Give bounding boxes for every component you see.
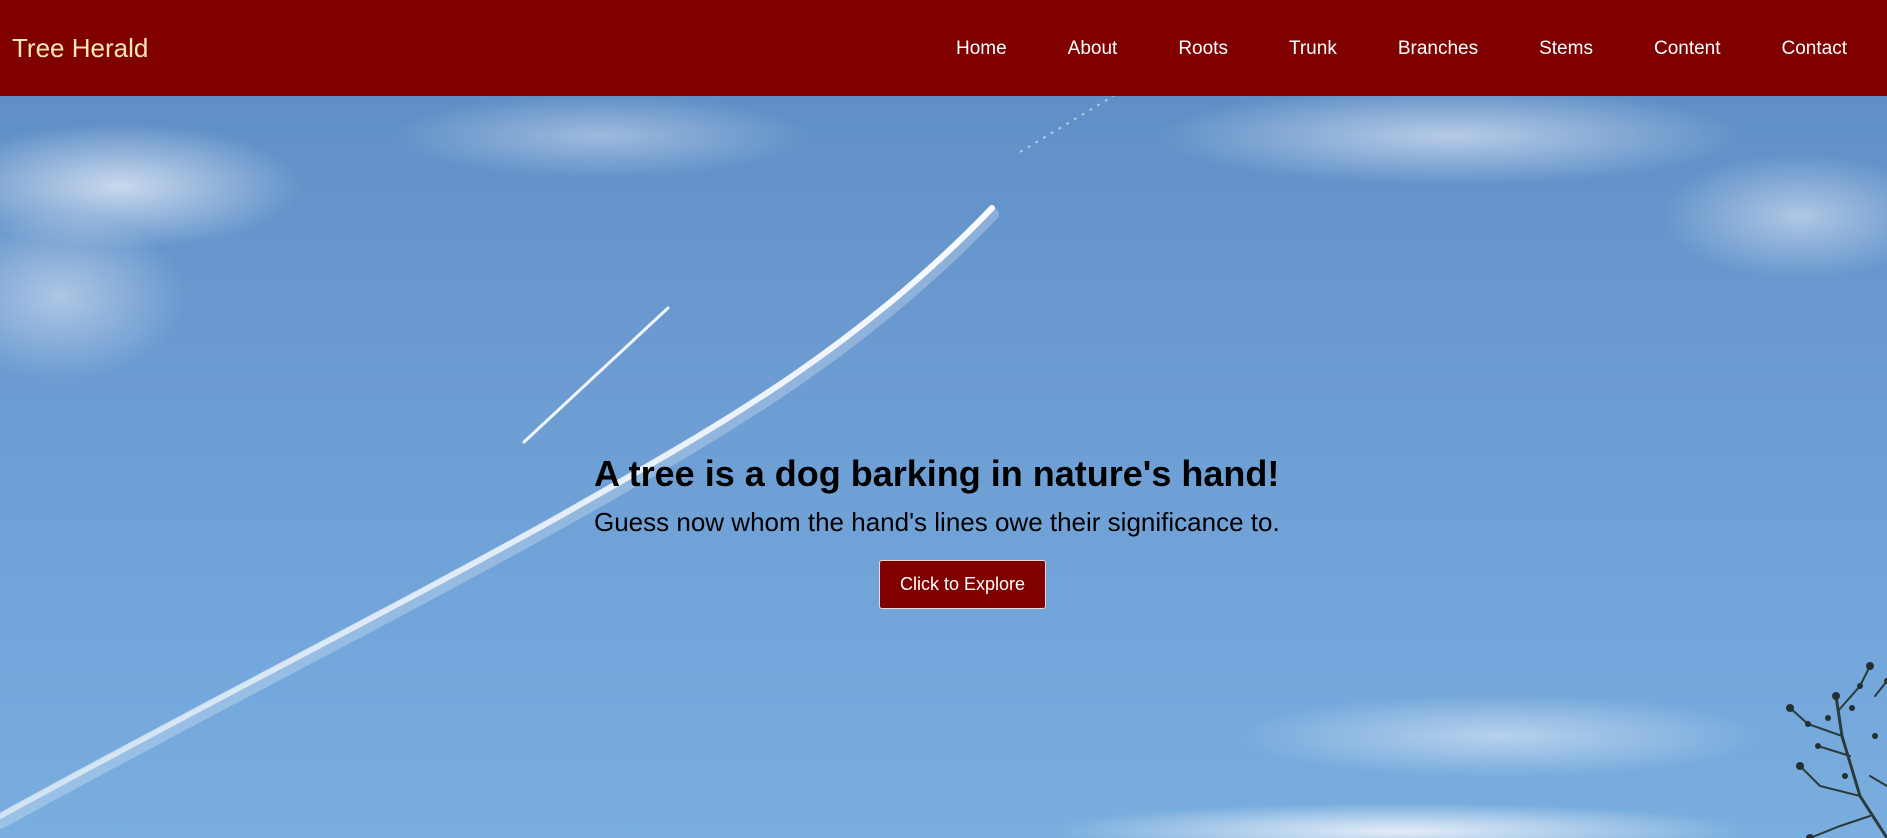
cta-container: Click to Explore [879, 560, 1046, 609]
tree-leaves [1786, 662, 1887, 838]
nav-link-contact[interactable]: Contact [1782, 39, 1847, 58]
nav-link-about[interactable]: About [1068, 39, 1118, 58]
hero-subtitle: Guess now whom the hand's lines owe thei… [594, 507, 1280, 538]
top-navbar: Tree Herald Home About Roots Trunk Branc… [0, 0, 1887, 96]
hero-text-block: A tree is a dog barking in nature's hand… [594, 452, 1354, 538]
hero-title: A tree is a dog barking in nature's hand… [594, 453, 1280, 494]
hero-section: A tree is a dog barking in nature's hand… [0, 96, 1887, 838]
nav-link-home[interactable]: Home [956, 39, 1007, 58]
contrail-short [522, 306, 670, 444]
brand-logo-link[interactable]: Tree Herald [12, 35, 148, 61]
nav-link-roots[interactable]: Roots [1178, 39, 1228, 58]
nav-link-trunk[interactable]: Trunk [1289, 39, 1337, 58]
contrail-faint [1019, 96, 1116, 153]
nav-link-content[interactable]: Content [1654, 39, 1721, 58]
nav-link-branches[interactable]: Branches [1398, 39, 1478, 58]
nav-link-stems[interactable]: Stems [1539, 39, 1593, 58]
tree-branch-silhouette [1789, 665, 1887, 838]
explore-button[interactable]: Click to Explore [879, 560, 1046, 609]
nav-menu: Home About Roots Trunk Branches Stems Co… [956, 39, 1847, 58]
